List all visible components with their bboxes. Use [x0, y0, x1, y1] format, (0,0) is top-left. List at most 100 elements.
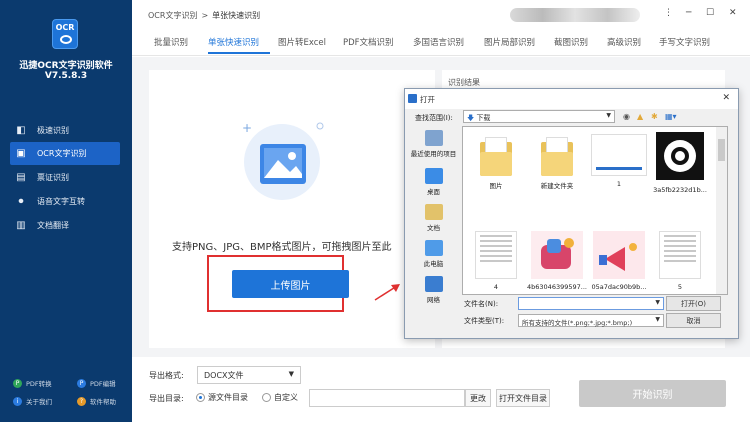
tab-pdf[interactable]: PDF文档识别	[343, 36, 394, 48]
file-item[interactable]: 4b63046399597...	[525, 231, 589, 291]
open-folder-button[interactable]: 打开文件目录	[496, 389, 550, 407]
file-item[interactable]: 5	[648, 231, 712, 291]
places-bar: 最近使用的项目 桌面 文档 此电脑 网络	[408, 126, 459, 336]
footer-about[interactable]: i 关于我们	[13, 396, 52, 406]
scrollbar-thumb[interactable]	[718, 139, 725, 161]
minimize-button[interactable]: ─	[686, 8, 691, 18]
breadcrumb-root[interactable]: OCR文字识别	[148, 11, 197, 20]
documents-icon	[424, 204, 443, 220]
file-item[interactable]: 新建文件夹	[525, 134, 589, 190]
lightning-icon: ◧	[16, 125, 26, 136]
footer-help[interactable]: ? 软件帮助	[77, 396, 116, 406]
upload-hint: 支持PNG、JPG、BMP格式图片，可拖拽图片至此	[172, 242, 392, 253]
footer-pdf-convert[interactable]: P PDF转换	[13, 378, 52, 388]
translate-icon: ▥	[16, 220, 26, 231]
change-button[interactable]: 更改	[465, 389, 491, 407]
file-item[interactable]: 05a7dac90b9b...	[587, 231, 651, 291]
sidebar-item-ticket[interactable]: ▤ 票证识别	[10, 166, 120, 189]
sidebar-item-ocr[interactable]: ▣ OCR文字识别	[10, 142, 120, 165]
dialog-close-icon[interactable]: ✕	[722, 93, 730, 103]
file-item[interactable]: 1	[587, 134, 651, 188]
footer-label: PDF转换	[26, 380, 52, 388]
start-recognition-button[interactable]: 开始识别	[579, 380, 726, 407]
file-item[interactable]: 图片	[464, 134, 528, 190]
new-folder-icon[interactable]: ✱	[651, 112, 658, 121]
dialog-title: 打开	[420, 95, 435, 104]
export-dir-label: 导出目录:	[149, 394, 184, 403]
footer-pdf-edit[interactable]: P PDF编辑	[77, 378, 116, 388]
tab-underline	[208, 52, 270, 54]
desktop-icon	[424, 168, 443, 184]
app-version: V7.5.8.3	[44, 71, 88, 81]
tab-batch[interactable]: 批量识别	[154, 36, 188, 48]
file-name: 图片	[489, 182, 503, 190]
view-menu-icon[interactable]: ▦▾	[665, 112, 677, 121]
export-path-input[interactable]	[309, 389, 465, 407]
tab-image-excel[interactable]: 图片转Excel	[278, 36, 326, 48]
place-desktop[interactable]: 桌面	[408, 168, 459, 196]
file-name: 4b63046399597...	[527, 283, 587, 291]
radio-custom-dir[interactable]: 自定义	[262, 392, 298, 403]
place-recent[interactable]: 最近使用的项目	[408, 130, 459, 158]
user-account-blurred[interactable]	[510, 8, 640, 22]
file-name: 4	[493, 283, 499, 291]
radio-source-dir[interactable]: 源文件目录	[196, 392, 248, 403]
image-thumbnail	[593, 231, 645, 279]
sidebar-item-label: 票证识别	[37, 173, 69, 182]
dialog-titlebar: 打开 ✕	[405, 89, 738, 109]
tab-advanced[interactable]: 高级识别	[607, 36, 641, 48]
up-folder-icon[interactable]: ▲	[637, 112, 643, 121]
place-documents[interactable]: 文档	[408, 204, 459, 232]
doc-thumbnail	[475, 231, 517, 279]
menu-icon[interactable]: ⋮	[664, 8, 673, 18]
footer-label: 软件帮助	[90, 398, 116, 406]
sidebar-item-fast[interactable]: ◧ 极速识别	[10, 119, 120, 142]
file-item[interactable]: 4	[464, 231, 528, 291]
app-logo: OCR	[52, 19, 78, 49]
ocr-icon: ▣	[16, 148, 26, 159]
tab-multilang[interactable]: 多国语言识别	[413, 36, 464, 48]
info-icon: i	[13, 396, 22, 406]
dialog-open-button[interactable]: 打开(O)	[666, 296, 721, 311]
red-arrow-icon	[374, 284, 400, 301]
qr-thumbnail	[652, 128, 708, 184]
file-item[interactable]: 3a5fb2232d1b...	[648, 128, 712, 194]
export-format-select[interactable]: DOCX文件 ▼	[197, 366, 301, 384]
tab-partial[interactable]: 图片局部识别	[484, 36, 535, 48]
breadcrumb-current: 单张快速识别	[212, 11, 261, 20]
filetype-select[interactable]: 所有支持的文件(*.png;*.jpg;*.bmp;) ▼	[518, 314, 664, 327]
back-icon[interactable]: ◉	[623, 112, 630, 121]
chevron-down-icon: ▼	[606, 112, 611, 119]
computer-icon	[424, 240, 443, 256]
upload-image-button[interactable]: 上传图片	[232, 270, 349, 298]
lookin-label: 查找范围(I):	[415, 114, 453, 122]
tab-handwriting[interactable]: 手写文字识别	[659, 36, 710, 48]
maximize-button[interactable]: ☐	[706, 8, 714, 18]
file-name: 05a7dac90b9b...	[591, 283, 647, 291]
sidebar: OCR 迅捷OCR文字识别软件 V7.5.8.3 ◧ 极速识别 ▣ OCR文字识别 …	[0, 0, 132, 422]
file-list-scrollbar[interactable]	[716, 127, 727, 294]
export-format-value: DOCX文件	[204, 371, 244, 380]
result-title: 识别结果	[448, 78, 480, 87]
radio-dot	[262, 393, 271, 402]
download-arrow-icon: 🡇	[467, 114, 475, 122]
ticket-icon: ▤	[16, 172, 26, 183]
sidebar-item-translate[interactable]: ▥ 文档翻译	[10, 214, 120, 237]
tab-screenshot[interactable]: 截图识别	[554, 36, 588, 48]
place-network[interactable]: 网络	[408, 276, 459, 304]
place-label: 最近使用的项目	[410, 150, 457, 158]
help-icon: ?	[77, 396, 86, 406]
tab-single-fast[interactable]: 单张快速识别	[208, 36, 259, 48]
chevron-down-icon: ▼	[655, 316, 660, 323]
close-button[interactable]: ✕	[729, 8, 737, 18]
dialog-cancel-button[interactable]: 取消	[666, 313, 721, 328]
lookin-combo[interactable]: 🡇 下载 ▼	[463, 110, 615, 123]
place-label: 此电脑	[423, 260, 444, 268]
sidebar-item-voice[interactable]: ⏺ 语音文字互转	[10, 190, 120, 213]
image-thumbnail	[591, 134, 647, 176]
place-computer[interactable]: 此电脑	[408, 240, 459, 268]
pdf-convert-icon: P	[13, 378, 22, 388]
chevron-down-icon[interactable]: ▼	[655, 299, 660, 306]
filename-input[interactable]: ▼	[518, 297, 664, 310]
eye-icon	[60, 35, 72, 44]
